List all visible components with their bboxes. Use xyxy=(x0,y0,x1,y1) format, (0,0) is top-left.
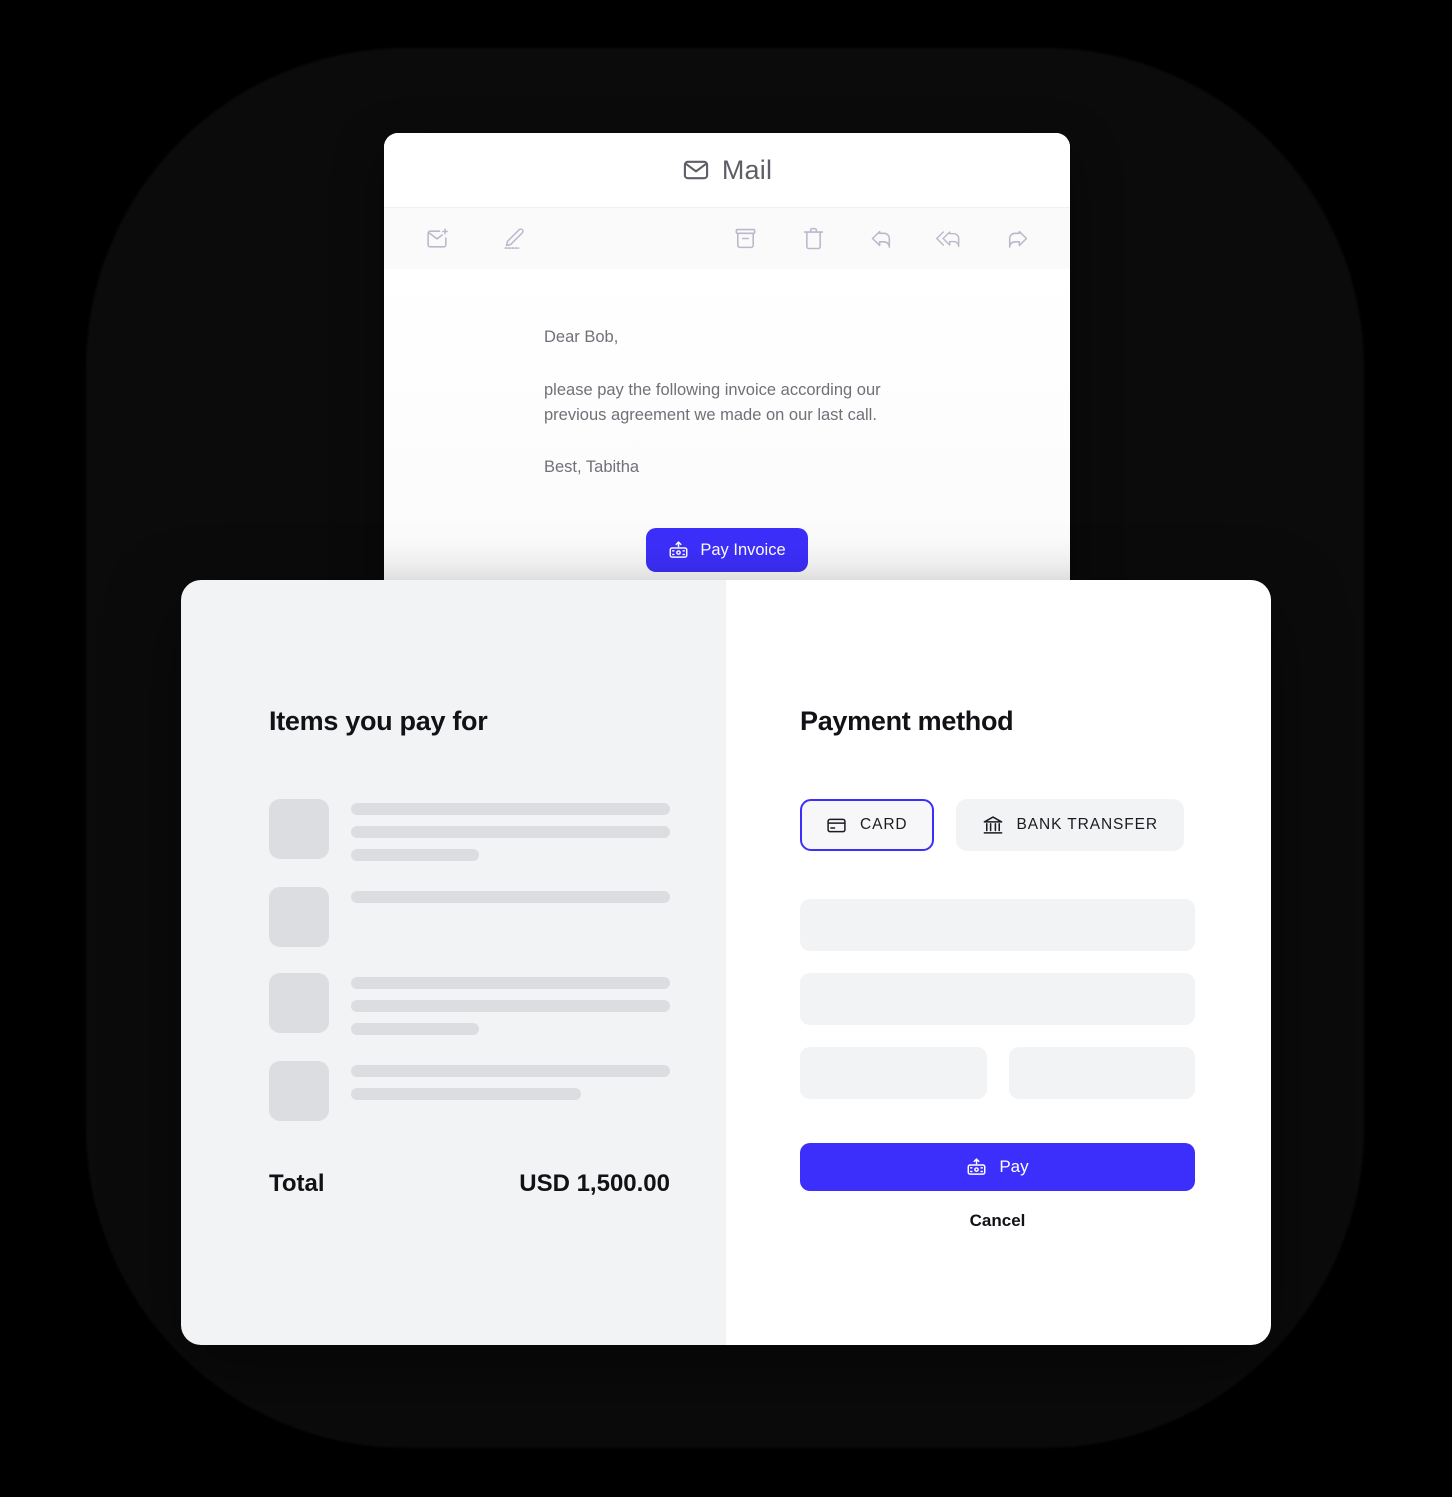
forward-icon[interactable] xyxy=(1000,222,1034,256)
payment-method-card[interactable]: CARD xyxy=(800,799,934,851)
payment-panel-heading: Payment method xyxy=(800,706,1014,736)
pay-invoice-button[interactable]: Pay Invoice xyxy=(646,528,808,572)
card-number-field[interactable] xyxy=(800,899,1195,951)
list-item xyxy=(269,973,670,1035)
compose-pencil-icon[interactable] xyxy=(496,222,530,256)
list-item xyxy=(269,1061,670,1121)
list-item xyxy=(269,887,670,947)
payment-method-bank-transfer[interactable]: BANK TRANSFER xyxy=(955,799,1184,851)
pay-button-label: Pay xyxy=(999,1157,1029,1176)
total-label: Total xyxy=(269,1170,325,1197)
payment-method-group: CARD BANK TRANSFER xyxy=(800,799,1195,851)
trash-icon[interactable] xyxy=(796,222,830,256)
items-skeleton-list xyxy=(269,799,670,1121)
item-thumbnail-placeholder xyxy=(269,799,329,859)
cvc-field[interactable] xyxy=(1008,1047,1195,1099)
item-line-placeholder xyxy=(351,1065,670,1077)
payment-method-bank-transfer-label: BANK TRANSFER xyxy=(1016,816,1158,833)
item-line-placeholder xyxy=(351,849,479,861)
payment-terminal-icon xyxy=(668,540,689,561)
mail-message: Dear Bob, please pay the following invoi… xyxy=(384,325,1070,480)
item-thumbnail-placeholder xyxy=(269,973,329,1033)
archive-icon[interactable] xyxy=(728,222,762,256)
cardholder-name-field[interactable] xyxy=(800,973,1195,1025)
item-line-placeholder xyxy=(351,1023,479,1035)
item-thumbnail-placeholder xyxy=(269,1061,329,1121)
envelope-icon xyxy=(682,156,710,184)
mail-titlebar: Mail xyxy=(384,133,1070,207)
pay-button[interactable]: Pay xyxy=(800,1143,1195,1191)
credit-card-icon xyxy=(826,815,847,836)
items-panel: Items you pay for Total USD 1,500.00 xyxy=(181,580,726,1345)
items-panel-heading: Items you pay for xyxy=(269,706,488,736)
mail-toolbar xyxy=(384,207,1070,269)
item-line-placeholder xyxy=(351,1088,581,1100)
payment-method-card-label: CARD xyxy=(860,816,908,833)
reply-icon[interactable] xyxy=(864,222,898,256)
payment-terminal-icon xyxy=(966,1157,987,1178)
cancel-button[interactable]: Cancel xyxy=(800,1211,1195,1231)
item-line-placeholder xyxy=(351,977,670,989)
card-form xyxy=(800,899,1195,1099)
bank-icon xyxy=(982,814,1004,836)
checkout-panel: Items you pay for Total USD 1,500.00 Pay… xyxy=(181,580,1271,1345)
item-line-placeholder xyxy=(351,891,670,903)
screenshot-stage: Mail Dear Bob, please pay the following … xyxy=(0,0,1452,1497)
mail-greeting: Dear Bob, xyxy=(544,328,619,346)
item-line-placeholder xyxy=(351,826,670,838)
item-line-placeholder xyxy=(351,803,670,815)
mail-paragraph: please pay the following invoice accordi… xyxy=(544,380,881,424)
total-row: Total USD 1,500.00 xyxy=(269,1170,670,1198)
total-value: USD 1,500.00 xyxy=(519,1170,670,1197)
list-item xyxy=(269,799,670,861)
item-thumbnail-placeholder xyxy=(269,887,329,947)
mail-signoff: Best, Tabitha xyxy=(544,458,640,477)
item-line-placeholder xyxy=(351,1000,670,1012)
expiry-field[interactable] xyxy=(800,1047,987,1099)
mark-unread-icon[interactable] xyxy=(420,222,454,256)
payment-panel: Payment method CARD BANK TRANSFER Pay Ca… xyxy=(726,580,1271,1345)
reply-all-icon[interactable] xyxy=(932,222,966,256)
pay-invoice-label: Pay Invoice xyxy=(700,540,786,559)
mail-title: Mail xyxy=(721,154,773,185)
